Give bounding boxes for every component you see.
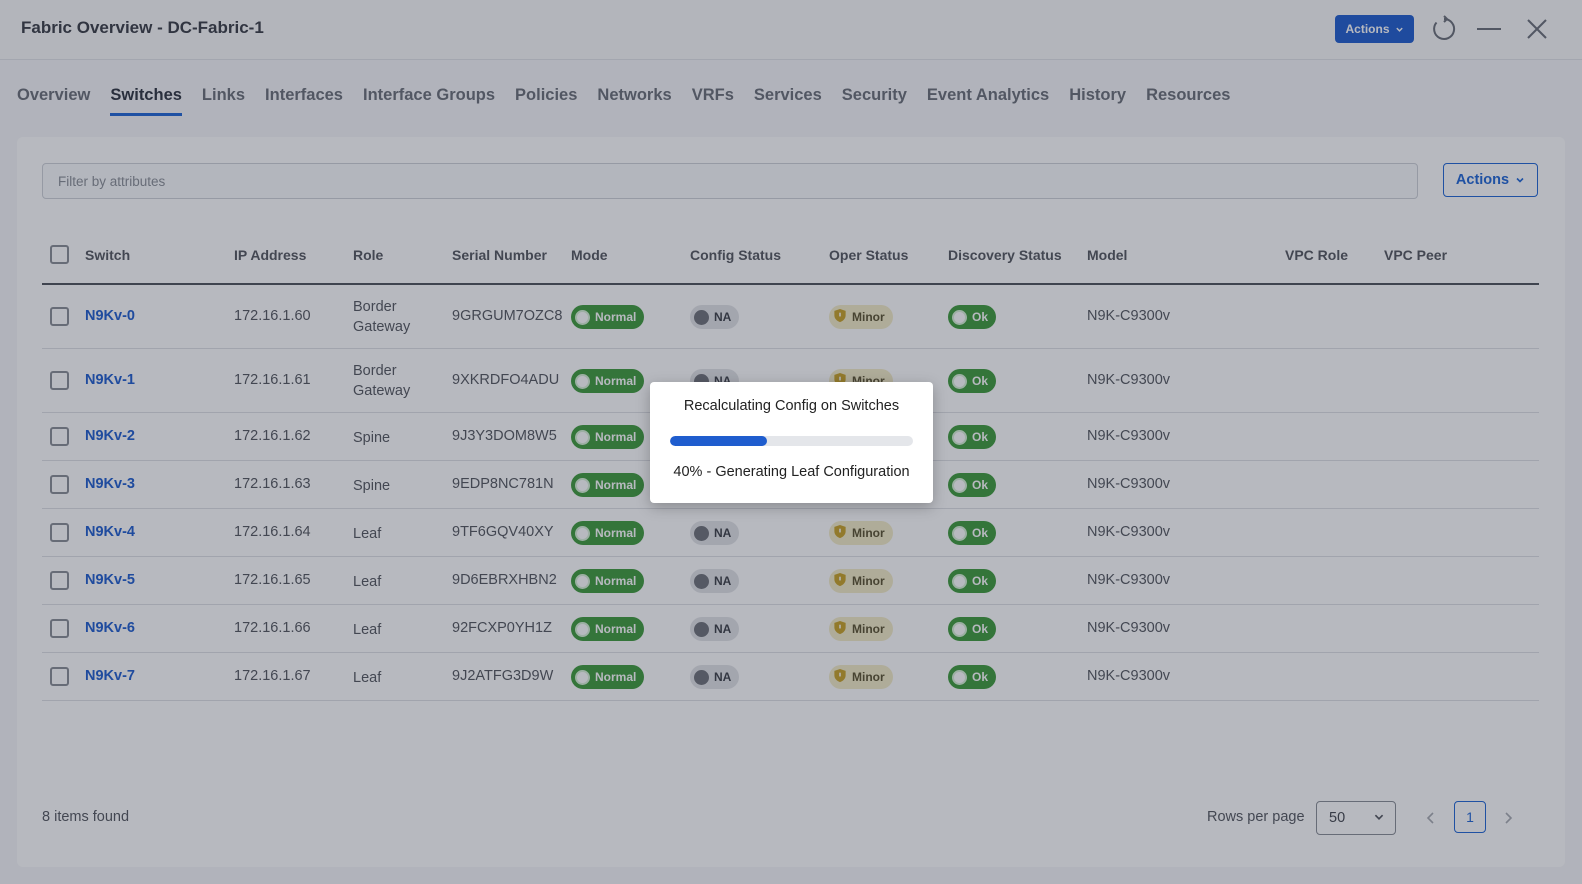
progress-bar	[670, 436, 913, 446]
progress-status-text: 40% - Generating Leaf Configuration	[673, 464, 910, 480]
progress-dialog-title: Recalculating Config on Switches	[683, 398, 900, 414]
progress-dialog: Recalculating Config on Switches 40% - G…	[650, 382, 933, 503]
progress-bar-fill	[670, 436, 768, 446]
